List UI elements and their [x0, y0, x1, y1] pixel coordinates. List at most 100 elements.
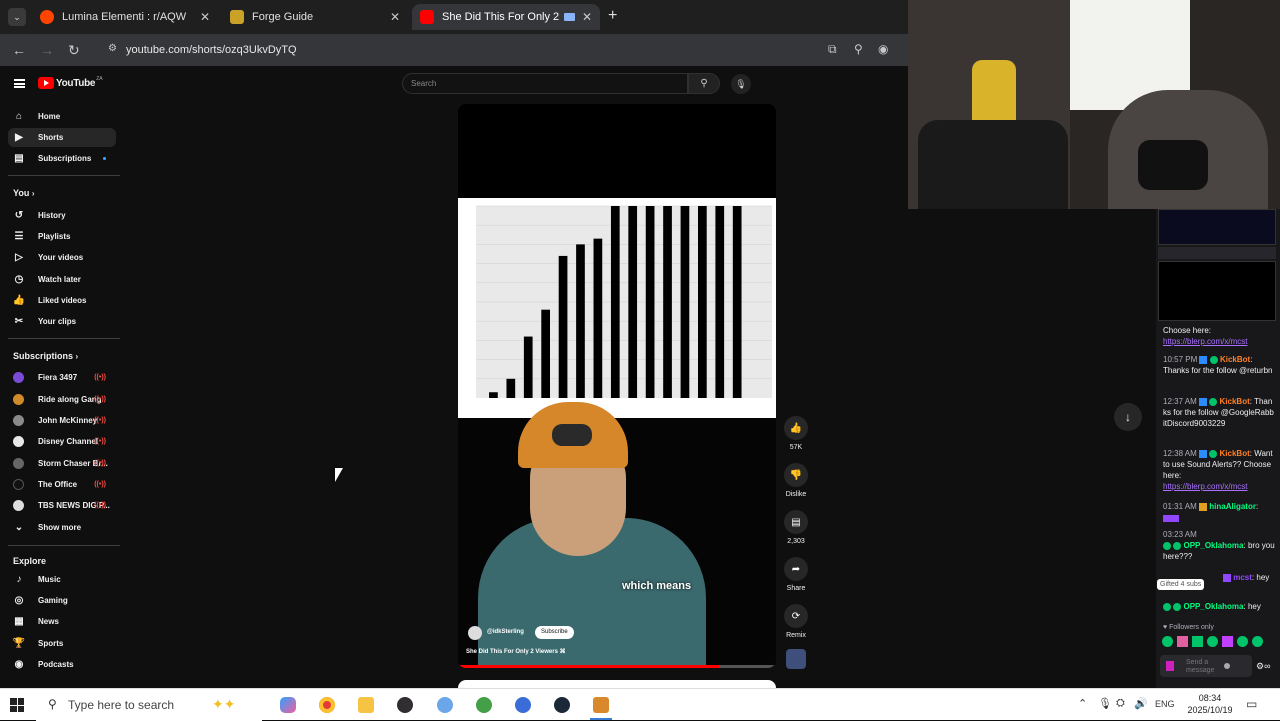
sidebar-item-your-videos[interactable]: ▷ Your videos: [8, 248, 116, 267]
chart-bar: [680, 206, 690, 398]
short-video-player[interactable]: which means @idkSterling Subscribe She D…: [458, 104, 776, 668]
sidebar-item-news[interactable]: ▦ News: [8, 612, 116, 631]
sidebar-item-your-clips[interactable]: ✂ Your clips: [8, 312, 116, 331]
remix-action[interactable]: ⟳ Remix: [784, 604, 808, 639]
subscribe-button[interactable]: Subscribe: [535, 626, 574, 639]
badge-icon: [1199, 397, 1208, 406]
sidebar-item-playlists[interactable]: ☰ Playlists: [8, 227, 116, 246]
sidebar-item-podcasts[interactable]: ◉ Podcasts: [8, 655, 116, 674]
chat-username[interactable]: mcst: [1233, 573, 1252, 582]
notifications-icon[interactable]: ▭: [1246, 697, 1257, 711]
chat-link[interactable]: https://blerp.com/x/mcst: [1163, 481, 1275, 492]
tab-forge-guide[interactable]: Forge Guide ✕: [222, 4, 408, 30]
sidebar-item-watch-later[interactable]: ◷ Watch later: [8, 270, 116, 289]
clock[interactable]: 08:34 2025/10/19: [1180, 692, 1240, 716]
windows-start-icon[interactable]: [10, 698, 24, 712]
tab-youtube-short[interactable]: She Did This For Only 2 Vie ✕: [412, 4, 600, 30]
chat-username[interactable]: OPP_Oklahoma: [1183, 541, 1243, 550]
dislike-action[interactable]: 👎 Dislike: [784, 463, 808, 498]
file-explorer-icon[interactable]: [358, 697, 374, 713]
emote-icon[interactable]: [1222, 636, 1233, 647]
you-section-header[interactable]: You ›: [13, 188, 35, 198]
subscription-channel[interactable]: Ride along Gang ((•)): [8, 390, 116, 409]
sidebar-item-gaming[interactable]: ◎ Gaming: [8, 591, 116, 610]
tab-list-dropdown-button[interactable]: ⌄: [8, 8, 26, 26]
next-video-button[interactable]: ↓: [1114, 403, 1142, 431]
audio-thumbnail[interactable]: [786, 649, 806, 669]
microphone-icon[interactable]: 🎙: [1098, 697, 1112, 710]
reload-icon[interactable]: ↻: [68, 42, 80, 59]
steam-icon[interactable]: [554, 697, 570, 713]
volume-icon[interactable]: 🔊: [1134, 697, 1148, 710]
voice-search-button[interactable]: 🎙: [731, 74, 751, 94]
emoji-icon[interactable]: [1224, 663, 1230, 669]
chat-username[interactable]: KickBot: [1220, 397, 1250, 406]
show-more-button[interactable]: ⌄ Show more: [8, 518, 116, 537]
chat-username[interactable]: KickBot: [1220, 449, 1250, 458]
new-tab-button[interactable]: +: [608, 7, 617, 25]
close-icon[interactable]: ✕: [200, 10, 210, 24]
tab-reddit[interactable]: Lumina Elementi : r/AQW ✕: [32, 4, 218, 30]
progress-track[interactable]: [458, 665, 776, 668]
emote-icon[interactable]: [1192, 636, 1203, 647]
zoom-icon[interactable]: ⚲: [854, 42, 863, 56]
chat-input[interactable]: Send a message: [1160, 655, 1252, 677]
search-button[interactable]: ⚲: [688, 73, 720, 94]
sidebar-item-music[interactable]: ♪ Music: [8, 570, 116, 589]
emote-icon[interactable]: [1177, 636, 1188, 647]
subscription-channel[interactable]: Disney Channel ((•)): [8, 432, 116, 451]
copilot-icon[interactable]: [280, 697, 296, 713]
app-icon[interactable]: [515, 697, 531, 713]
emote-picker-icon[interactable]: [1166, 661, 1174, 671]
subscription-channel[interactable]: Fiera 3497 ((•)): [8, 368, 116, 387]
sidebar-item-subscriptions[interactable]: ▤ Subscriptions: [8, 149, 116, 168]
emote-icon[interactable]: [1207, 636, 1218, 647]
comments-action[interactable]: ▤ 2,303: [784, 510, 808, 545]
subscription-channel[interactable]: John McKinney ((•)): [8, 411, 116, 430]
chevron-up-icon[interactable]: ⌃: [1078, 697, 1087, 710]
emote-icon[interactable]: [1237, 636, 1248, 647]
sidebar-item-home[interactable]: ⌂ Home: [8, 107, 116, 126]
obs-icon[interactable]: [397, 697, 413, 713]
sidebar-item-liked-videos[interactable]: 👍 Liked videos: [8, 291, 116, 310]
network-icon[interactable]: ⛭: [1116, 697, 1125, 710]
chrome-icon[interactable]: [319, 697, 335, 713]
chrome-profile-icon[interactable]: [476, 697, 492, 713]
chat-settings-icon[interactable]: ⚙∞: [1256, 661, 1270, 672]
emote-icon[interactable]: [1252, 636, 1263, 647]
chat-link[interactable]: https://blerp.com/x/mcst: [1163, 336, 1275, 347]
forward-icon[interactable]: →: [40, 42, 54, 58]
channel-avatar[interactable]: [468, 626, 482, 640]
chat-username[interactable]: KickBot: [1220, 355, 1250, 364]
subscription-channel[interactable]: Storm Chaser Br... ((•)): [8, 454, 116, 473]
emote-icon[interactable]: [1162, 636, 1173, 647]
taskbar-search[interactable]: ⚲ Type here to search ✦✦: [36, 689, 262, 721]
subscription-channel[interactable]: The Office ((•)): [8, 475, 116, 494]
back-icon[interactable]: ←: [12, 42, 26, 58]
sidebar-item-history[interactable]: ↺ History: [8, 206, 116, 225]
game-icon[interactable]: [593, 697, 609, 713]
close-icon[interactable]: ✕: [582, 10, 592, 24]
sidebar-item-shorts[interactable]: ▶ Shorts: [8, 128, 116, 147]
site-info-icon[interactable]: ⚙: [108, 43, 117, 54]
share-icon[interactable]: ➦: [784, 557, 808, 581]
language-indicator[interactable]: ENG: [1155, 699, 1175, 709]
like-action[interactable]: 👍 57K: [784, 416, 808, 451]
comment-icon[interactable]: ▤: [784, 510, 808, 534]
sidebar-item-sports[interactable]: 🏆 Sports: [8, 634, 116, 653]
chat-username[interactable]: OPP_Oklahoma: [1183, 602, 1243, 611]
install-app-icon[interactable]: ⧉: [828, 42, 837, 57]
dislike-icon[interactable]: 👎: [784, 463, 808, 487]
remix-icon[interactable]: ⟳: [784, 604, 808, 628]
subscription-channel[interactable]: TBS NEWS DIG P... ((•)): [8, 496, 116, 515]
search-input[interactable]: Search: [402, 73, 688, 94]
like-icon[interactable]: 👍: [784, 416, 808, 440]
snipping-tool-icon[interactable]: [437, 697, 453, 713]
share-action[interactable]: ➦ Share: [784, 557, 808, 592]
close-icon[interactable]: ✕: [390, 10, 400, 24]
url-bar[interactable]: ⚙ youtube.com/shorts/ozq3UkvDyTQ: [100, 38, 900, 62]
tracking-protection-icon[interactable]: ◉: [878, 42, 888, 56]
subscriptions-section-header[interactable]: Subscriptions ›: [13, 351, 78, 361]
chat-username[interactable]: hinaAligator: [1209, 502, 1256, 511]
channel-name[interactable]: @idkSterling: [487, 629, 524, 635]
